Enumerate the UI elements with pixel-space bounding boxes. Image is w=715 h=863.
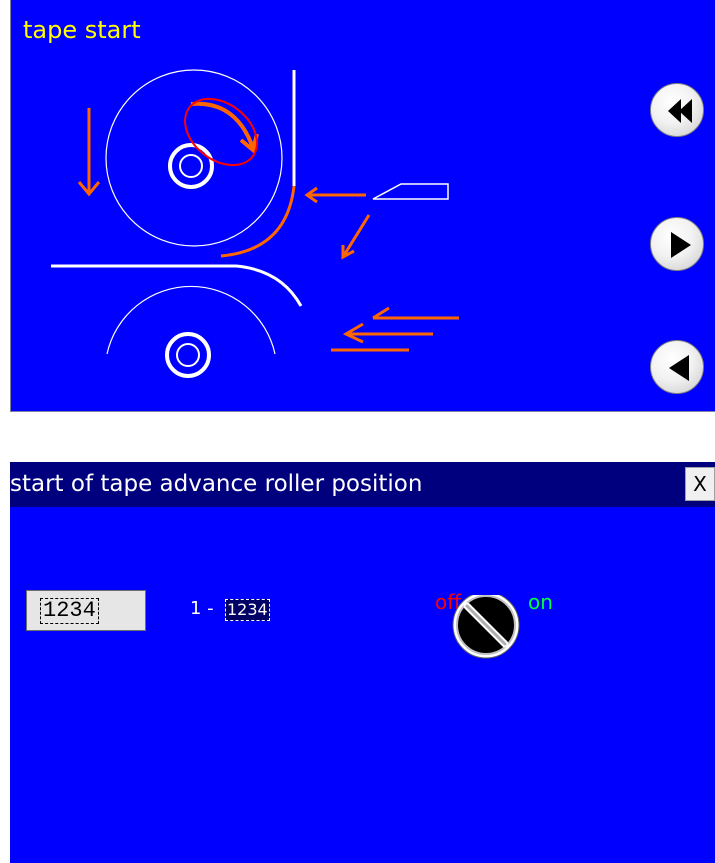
- dialog-title: start of tape advance roller position: [10, 471, 423, 497]
- double-left-chevron-icon: [668, 99, 692, 123]
- range-min-label: 1 -: [190, 598, 214, 619]
- rotation-arrow: [190, 101, 259, 154]
- upper-roller-hub-inner: [179, 154, 203, 178]
- roller-position-dialog: start of tape advance roller position X …: [10, 462, 715, 863]
- lower-roller-hub-outer: [165, 332, 211, 378]
- upper-roller-hub-outer: [168, 143, 214, 189]
- right-triangle-icon: [671, 232, 691, 258]
- play-forward-button[interactable]: [650, 217, 704, 271]
- range-max-label: 1234: [225, 599, 270, 621]
- upper-roller-outline: [105, 69, 283, 247]
- close-button[interactable]: X: [685, 467, 715, 501]
- feed-arrows: [331, 306, 459, 352]
- rotation-highlight-ellipse: [184, 97, 258, 167]
- down-arrow-left: [77, 108, 101, 197]
- on-off-rotary-switch[interactable]: [448, 595, 538, 665]
- tape-contact-arc: [220, 185, 296, 258]
- lower-roller-hub-inner: [176, 343, 200, 367]
- arrow-to-tape: [304, 186, 366, 204]
- tape-diagram-panel: tape start: [10, 0, 715, 412]
- diagonal-arrow: [341, 214, 371, 260]
- rewind-button[interactable]: [650, 83, 704, 137]
- play-backward-button[interactable]: [650, 340, 704, 394]
- tape-line-horizontal: [51, 264, 303, 307]
- blade-shape: [372, 183, 449, 200]
- left-triangle-icon: [669, 355, 689, 381]
- roller-position-value: 1234: [40, 598, 99, 624]
- dialog-titlebar: start of tape advance roller position X: [10, 462, 715, 507]
- roller-position-input[interactable]: 1234: [26, 590, 146, 631]
- tape-path-diagram: [51, 69, 459, 378]
